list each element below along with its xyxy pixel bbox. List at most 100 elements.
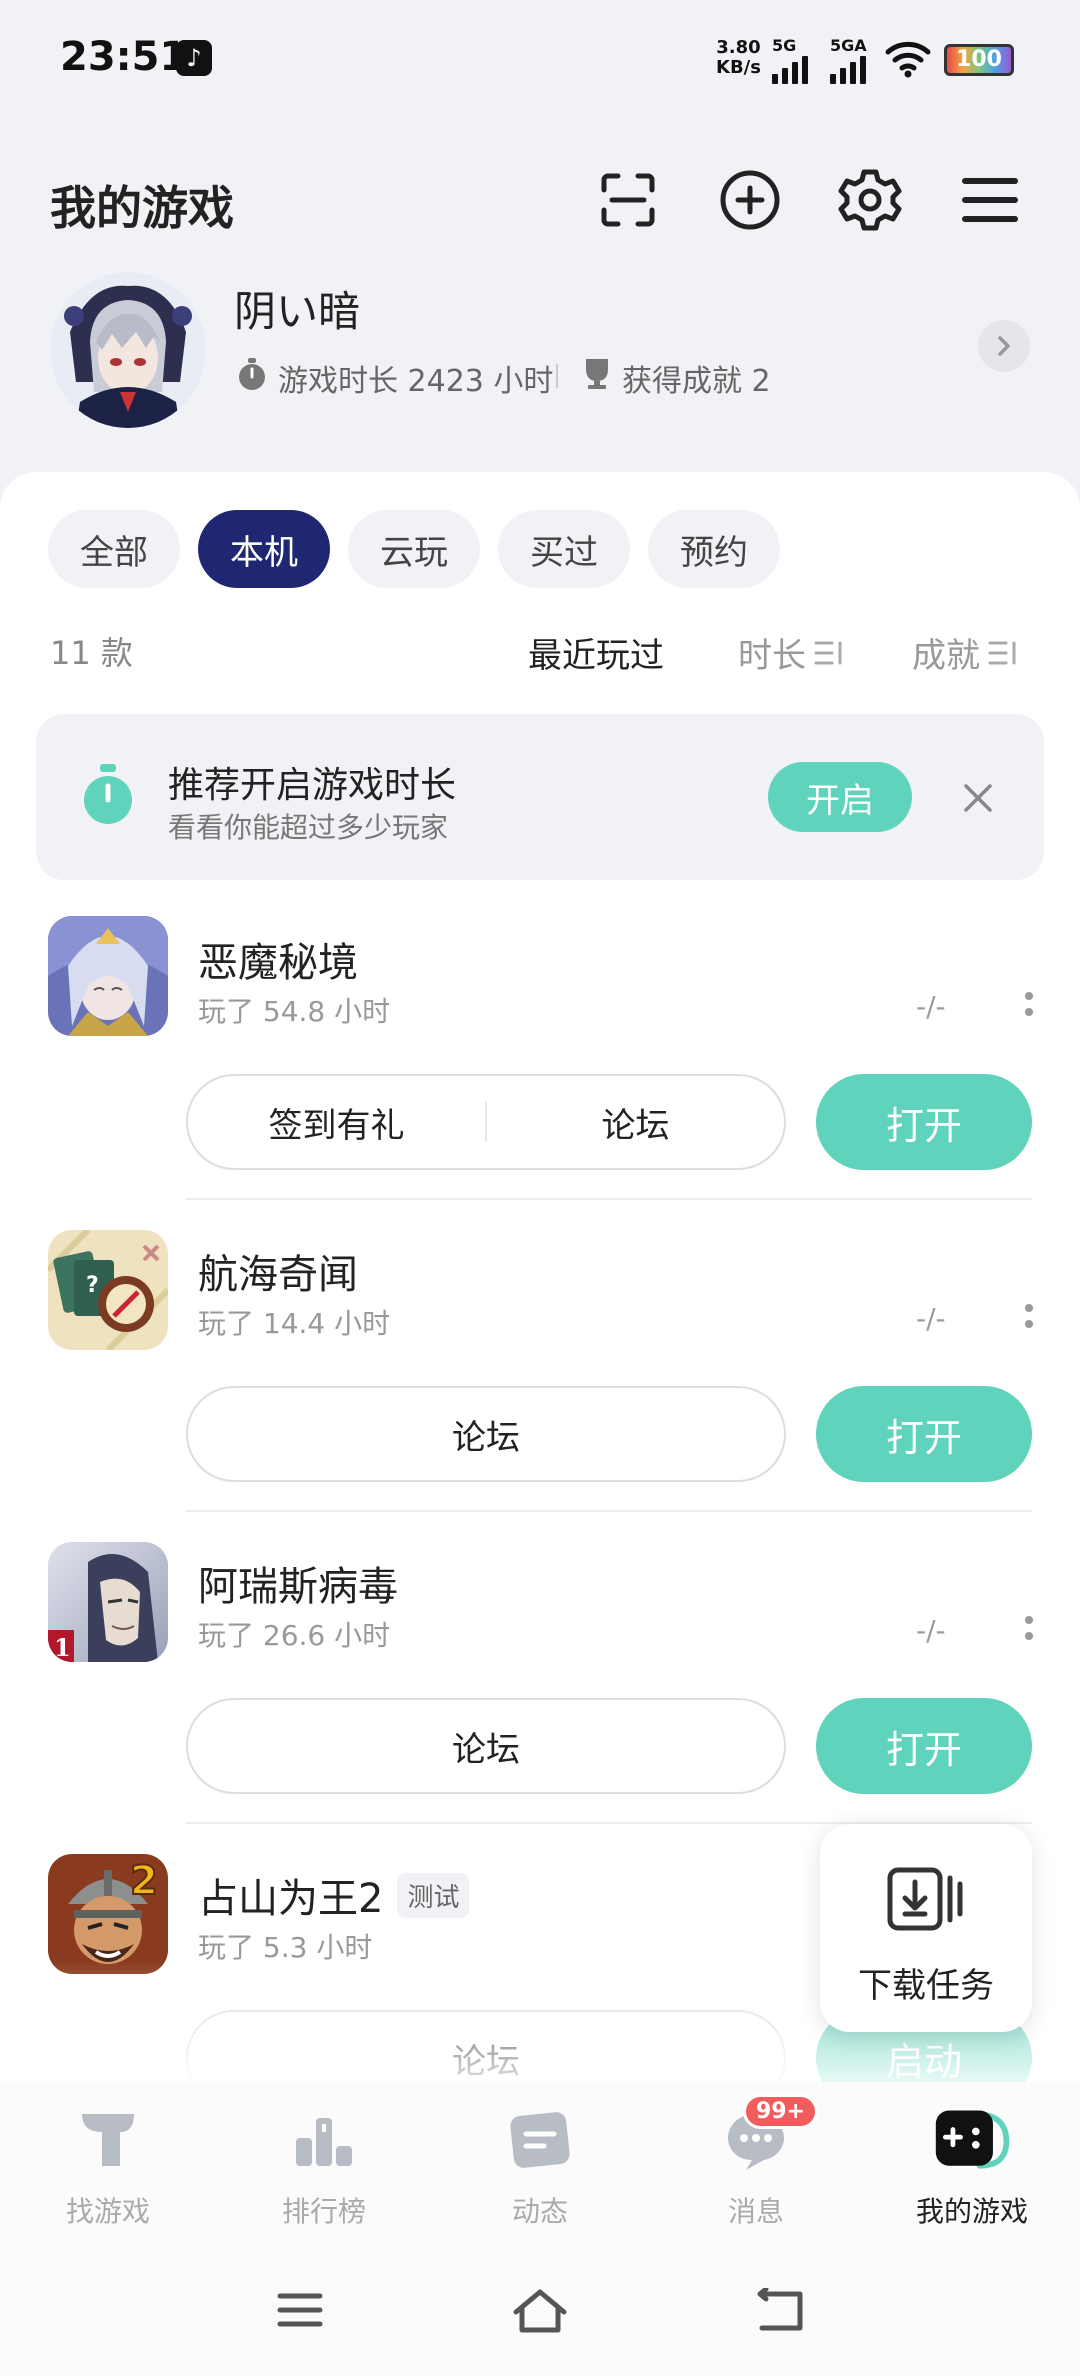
- svg-text:2: 2: [130, 1858, 158, 1904]
- game-achievement: -/-: [916, 990, 946, 1023]
- nav-find-games[interactable]: 找游戏: [0, 2100, 216, 2230]
- tab-all[interactable]: 全部: [48, 510, 180, 588]
- close-icon[interactable]: [960, 780, 996, 820]
- game-name-text: 航海奇闻: [198, 1252, 358, 1298]
- nav-feed[interactable]: 动态: [432, 2100, 648, 2230]
- username: 阴い暗: [234, 287, 361, 336]
- nav-my-games[interactable]: 我的游戏: [864, 2100, 1080, 2230]
- more-options-icon[interactable]: [1024, 1616, 1034, 1640]
- sort-duration[interactable]: 时长: [738, 628, 844, 677]
- enable-playtime-button[interactable]: 开启: [768, 762, 912, 832]
- game-achievement: -/-: [916, 1614, 946, 1647]
- play-time-stat: 游戏时长 2423 小时: [236, 356, 553, 400]
- forum-button[interactable]: 论坛: [188, 1722, 784, 1771]
- forum-button[interactable]: 论坛: [188, 1410, 784, 1459]
- achievements-stat: 获得成就 2: [582, 356, 771, 400]
- stopwatch-icon: [236, 357, 268, 399]
- sort-icon: [988, 641, 1016, 664]
- game-count: 11 款: [50, 634, 133, 672]
- play-time-text: 游戏时长 2423 小时: [278, 364, 554, 399]
- row-divider: [186, 1198, 1032, 1200]
- game-icon-demon-realm[interactable]: [48, 916, 168, 1036]
- download-icon: [886, 1866, 966, 1936]
- game-name-text: 阿瑞斯病毒: [198, 1564, 398, 1610]
- game-icon-voyage-tales[interactable]: ?: [48, 1230, 168, 1350]
- game-name: 占山为王2 测试: [198, 1866, 470, 1924]
- open-game-button[interactable]: 打开: [816, 1386, 1032, 1482]
- ranking-icon: [284, 2100, 364, 2180]
- signal-bars-icon: [772, 54, 808, 84]
- tiktok-notification-icon: ♪: [176, 40, 212, 76]
- network-speed: 3.80 KB/s: [716, 38, 761, 78]
- sim2-label: 5GA: [830, 36, 867, 55]
- system-back-icon[interactable]: [740, 2280, 820, 2340]
- status-time: 23:51: [60, 34, 188, 80]
- svg-text:?: ?: [86, 1273, 99, 1298]
- game-action-group: 论坛: [186, 1698, 786, 1794]
- battery-indicator: 100: [944, 44, 1014, 76]
- network-speed-unit: KB/s: [716, 57, 761, 78]
- beta-tag: 测试: [397, 1872, 470, 1918]
- find-games-icon: [68, 2100, 148, 2180]
- settings-icon[interactable]: [834, 164, 906, 236]
- game-playtime: 玩了 54.8 小时: [198, 995, 391, 1028]
- nav-messages[interactable]: 99+ 消息: [648, 2094, 864, 2230]
- game-action-group: 签到有礼 论坛: [186, 1074, 786, 1170]
- tab-reserved[interactable]: 预约: [648, 510, 780, 588]
- game-name: 阿瑞斯病毒: [198, 1554, 398, 1612]
- system-home-icon[interactable]: [500, 2280, 580, 2340]
- game-name: 恶魔秘境: [198, 930, 358, 988]
- game-name-text: 占山为王2: [198, 1876, 384, 1922]
- message-icon: 99+: [716, 2094, 818, 2180]
- signal-bars-icon: [830, 54, 867, 84]
- game-icon-ares-virus[interactable]: 1: [48, 1542, 168, 1662]
- more-options-icon[interactable]: [1024, 1304, 1034, 1328]
- scan-icon[interactable]: [592, 164, 664, 236]
- game-name-text: 恶魔秘境: [198, 940, 358, 986]
- my-games-icon: [932, 2100, 1012, 2180]
- sim1-signal: 5G: [772, 38, 808, 84]
- nav-label: 动态: [511, 2195, 568, 2228]
- sort-achievement-label: 成就: [912, 636, 980, 676]
- wifi-icon: [884, 38, 932, 82]
- tab-local[interactable]: 本机: [198, 510, 330, 588]
- nav-label: 排行榜: [281, 2195, 366, 2228]
- network-speed-value: 3.80: [716, 37, 761, 58]
- forum-button[interactable]: 论坛: [487, 1098, 784, 1147]
- tab-cloud[interactable]: 云玩: [348, 510, 480, 588]
- add-circle-icon[interactable]: [714, 164, 786, 236]
- system-menu-icon[interactable]: [260, 2280, 340, 2340]
- stopwatch-icon: [80, 764, 136, 830]
- page-title: 我的游戏: [50, 181, 234, 235]
- sort-recent-label: 最近玩过: [528, 636, 664, 676]
- avatar[interactable]: [50, 272, 206, 428]
- game-action-group: 论坛: [186, 1386, 786, 1482]
- sim1-label: 5G: [772, 36, 797, 55]
- profile-detail-button[interactable]: [978, 320, 1030, 372]
- trophy-icon: [582, 357, 612, 399]
- feed-icon: [500, 2100, 580, 2180]
- achievements-text: 获得成就 2: [622, 364, 771, 399]
- nav-ranking[interactable]: 排行榜: [216, 2100, 432, 2230]
- menu-icon[interactable]: [954, 164, 1026, 236]
- nav-label: 我的游戏: [915, 2195, 1028, 2228]
- sort-recent[interactable]: 最近玩过: [528, 628, 664, 677]
- sim2-signal: 5GA: [830, 38, 867, 84]
- sort-icon: [814, 641, 842, 664]
- checkin-gift-button[interactable]: 签到有礼: [188, 1098, 485, 1147]
- tab-purchased[interactable]: 买过: [498, 510, 630, 588]
- game-name: 航海奇闻: [198, 1242, 358, 1300]
- sort-achievement[interactable]: 成就: [912, 628, 1018, 677]
- recommend-subtitle: 看看你能超过多少玩家: [168, 811, 449, 844]
- open-game-button[interactable]: 打开: [816, 1074, 1032, 1170]
- download-task-label: 下载任务: [858, 1966, 994, 2006]
- game-playtime: 玩了 14.4 小时: [198, 1307, 391, 1340]
- game-playtime: 玩了 26.6 小时: [198, 1619, 391, 1652]
- stat-divider: [556, 364, 558, 388]
- chevron-right-icon: [998, 336, 1010, 356]
- row-divider: [186, 1510, 1032, 1512]
- nav-label: 找游戏: [65, 2195, 150, 2228]
- game-icon-stronghold-2[interactable]: 2: [48, 1854, 168, 1974]
- more-options-icon[interactable]: [1024, 992, 1034, 1016]
- open-game-button[interactable]: 打开: [816, 1698, 1032, 1794]
